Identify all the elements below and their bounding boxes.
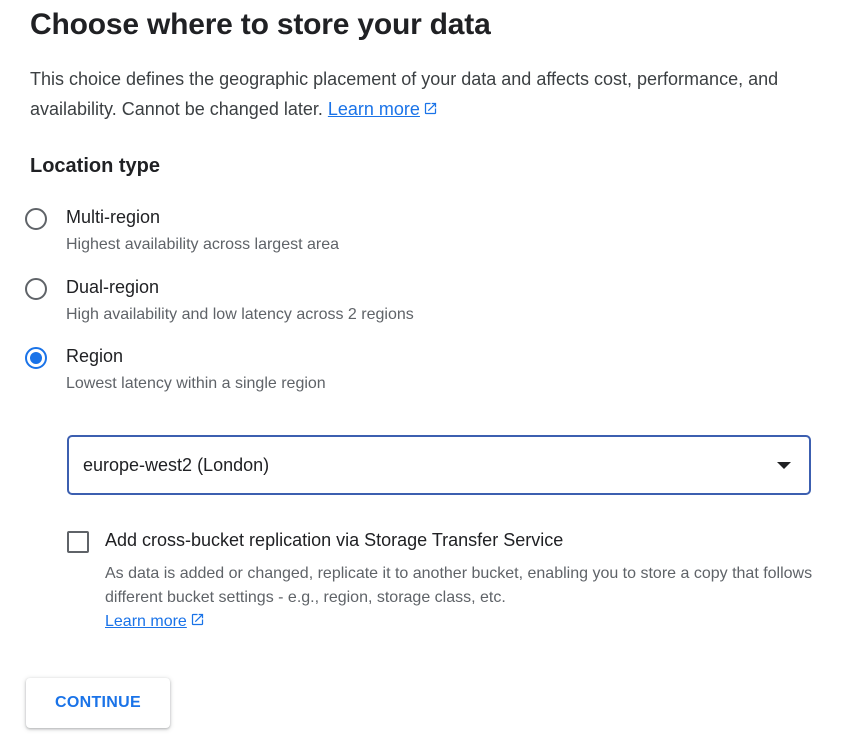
intro-paragraph: This choice defines the geographic place… bbox=[30, 64, 810, 124]
multi-region-radio[interactable] bbox=[25, 208, 47, 230]
replication-description: As data is added or changed, replicate i… bbox=[105, 565, 813, 606]
external-link-icon[interactable] bbox=[190, 612, 205, 627]
region-select-value: europe-west2 (London) bbox=[83, 455, 270, 475]
dual-region-radio[interactable] bbox=[25, 278, 47, 300]
replication-learn-more-link[interactable]: Learn more bbox=[105, 613, 187, 630]
dual-region-label: Dual-region bbox=[66, 277, 160, 297]
multi-region-description: Highest availability across largest area bbox=[66, 236, 340, 253]
replication-label: Add cross-bucket replication via Storage… bbox=[105, 530, 564, 550]
replication-description-block: As data is added or changed, replicate i… bbox=[105, 562, 825, 634]
replication-checkbox[interactable] bbox=[67, 531, 89, 553]
multi-region-label: Multi-region bbox=[66, 207, 161, 227]
storage-location-panel: Choose where to store your data This cho… bbox=[0, 0, 861, 740]
region-radio[interactable] bbox=[25, 347, 47, 369]
location-type-heading: Location type bbox=[30, 155, 161, 177]
region-select[interactable]: europe-west2 (London) bbox=[67, 435, 811, 495]
region-description: Lowest latency within a single region bbox=[66, 375, 326, 392]
dropdown-arrow-icon[interactable] bbox=[777, 462, 791, 469]
page-title: Choose where to store your data bbox=[30, 8, 491, 41]
dual-region-description: High availability and low latency across… bbox=[66, 306, 414, 323]
continue-button[interactable]: CONTINUE bbox=[26, 678, 170, 728]
external-link-icon[interactable] bbox=[423, 101, 438, 116]
intro-learn-more-link[interactable]: Learn more bbox=[328, 99, 420, 119]
region-label: Region bbox=[66, 346, 124, 366]
